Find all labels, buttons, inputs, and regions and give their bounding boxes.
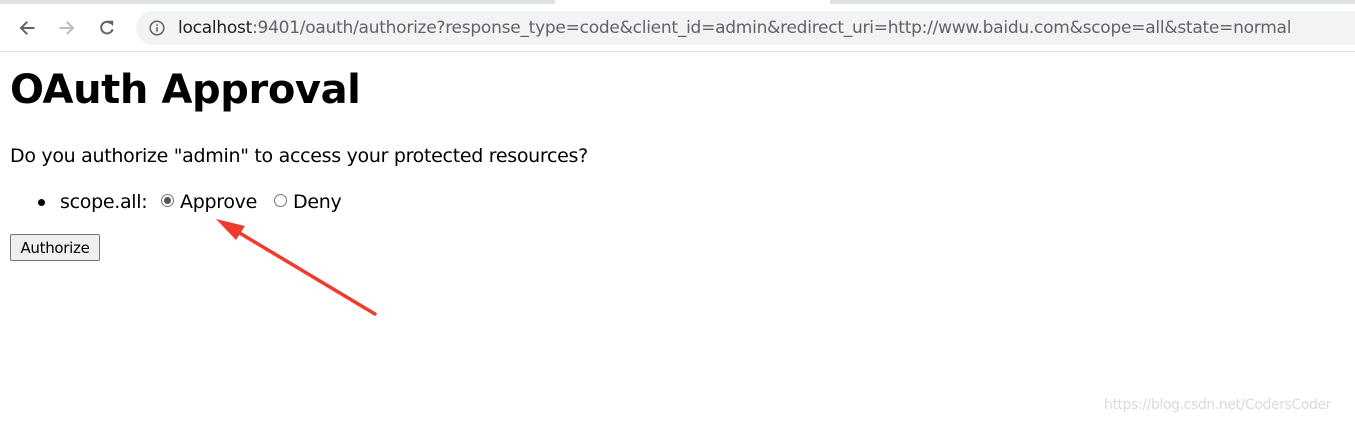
authorization-question: Do you authorize "admin" to access your … bbox=[10, 145, 588, 167]
back-button[interactable] bbox=[12, 13, 42, 43]
page-title: OAuth Approval bbox=[10, 67, 361, 113]
scope-name: scope.all: bbox=[60, 191, 148, 213]
address-bar[interactable]: localhost:9401/oauth/authorize?response_… bbox=[136, 11, 1355, 45]
list-bullet bbox=[38, 199, 45, 206]
watermark: https://blog.csdn.net/CodersCoder bbox=[1104, 397, 1332, 413]
deny-radio[interactable] bbox=[274, 194, 287, 207]
tab-strip bbox=[0, 0, 1355, 4]
browser-toolbar: localhost:9401/oauth/authorize?response_… bbox=[0, 0, 1355, 52]
reload-icon bbox=[100, 20, 114, 35]
url-host: localhost bbox=[178, 18, 253, 38]
forward-button[interactable] bbox=[52, 13, 82, 43]
forward-arrow-icon bbox=[59, 21, 75, 35]
url-text[interactable]: localhost:9401/oauth/authorize?response_… bbox=[178, 11, 1291, 45]
info-icon[interactable] bbox=[149, 20, 165, 36]
reload-button[interactable] bbox=[92, 13, 122, 43]
approve-radio[interactable] bbox=[161, 194, 174, 207]
deny-label[interactable]: Deny bbox=[293, 189, 342, 215]
url-path: :9401/oauth/authorize?response_type=code… bbox=[252, 18, 1292, 38]
page-content: OAuth Approval Do you authorize "admin" … bbox=[10, 52, 1355, 425]
authorize-button[interactable]: Authorize bbox=[10, 234, 100, 261]
back-arrow-icon bbox=[19, 21, 35, 35]
active-tab[interactable] bbox=[555, 0, 830, 4]
approve-label[interactable]: Approve bbox=[180, 189, 257, 215]
